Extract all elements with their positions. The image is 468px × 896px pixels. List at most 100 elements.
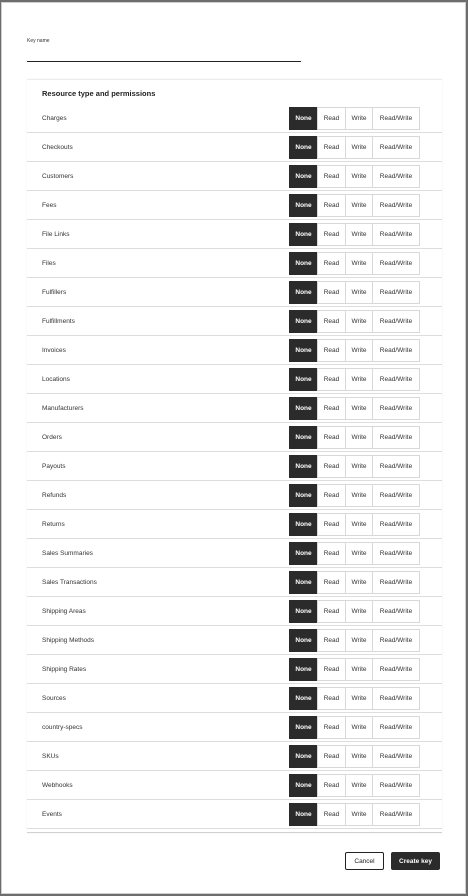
permission-option-read-write[interactable]: Read/Write bbox=[372, 455, 420, 478]
permission-option-read[interactable]: Read bbox=[317, 107, 346, 130]
key-name-input[interactable] bbox=[27, 47, 301, 62]
permission-option-write[interactable]: Write bbox=[345, 687, 373, 710]
permission-option-read-write[interactable]: Read/Write bbox=[372, 484, 420, 507]
permission-option-write[interactable]: Write bbox=[345, 281, 373, 304]
permission-option-read[interactable]: Read bbox=[317, 571, 346, 594]
permission-option-read-write[interactable]: Read/Write bbox=[372, 542, 420, 565]
permission-option-read-write[interactable]: Read/Write bbox=[372, 658, 420, 681]
permission-option-write[interactable]: Write bbox=[345, 600, 373, 623]
create-key-button[interactable]: Create key bbox=[391, 852, 440, 870]
permission-option-write[interactable]: Write bbox=[345, 252, 373, 275]
permission-option-read-write[interactable]: Read/Write bbox=[372, 629, 420, 652]
permission-option-read-write[interactable]: Read/Write bbox=[372, 716, 420, 739]
permission-option-write[interactable]: Write bbox=[345, 513, 373, 536]
permission-option-read[interactable]: Read bbox=[317, 716, 346, 739]
permission-option-write[interactable]: Write bbox=[345, 165, 373, 188]
permission-option-none[interactable]: None bbox=[289, 455, 318, 478]
permission-option-read-write[interactable]: Read/Write bbox=[372, 397, 420, 420]
permission-option-read-write[interactable]: Read/Write bbox=[372, 281, 420, 304]
permission-option-read[interactable]: Read bbox=[317, 513, 346, 536]
permission-option-read-write[interactable]: Read/Write bbox=[372, 368, 420, 391]
permission-option-read[interactable]: Read bbox=[317, 136, 346, 159]
permission-option-read[interactable]: Read bbox=[317, 223, 346, 246]
permission-option-read[interactable]: Read bbox=[317, 774, 346, 797]
permission-option-read[interactable]: Read bbox=[317, 194, 346, 217]
permission-option-read[interactable]: Read bbox=[317, 629, 346, 652]
permission-option-none[interactable]: None bbox=[289, 687, 318, 710]
permission-option-write[interactable]: Write bbox=[345, 455, 373, 478]
permission-option-read-write[interactable]: Read/Write bbox=[372, 107, 420, 130]
permission-option-read-write[interactable]: Read/Write bbox=[372, 223, 420, 246]
permission-option-none[interactable]: None bbox=[289, 629, 318, 652]
permission-option-write[interactable]: Write bbox=[345, 136, 373, 159]
permission-option-write[interactable]: Write bbox=[345, 397, 373, 420]
permission-option-read[interactable]: Read bbox=[317, 310, 346, 333]
permission-option-none[interactable]: None bbox=[289, 658, 318, 681]
permission-option-read-write[interactable]: Read/Write bbox=[372, 803, 420, 826]
permission-option-write[interactable]: Write bbox=[345, 716, 373, 739]
permission-option-read[interactable]: Read bbox=[317, 252, 346, 275]
permission-option-none[interactable]: None bbox=[289, 107, 318, 130]
permission-option-read[interactable]: Read bbox=[317, 658, 346, 681]
permission-option-read-write[interactable]: Read/Write bbox=[372, 745, 420, 768]
permission-option-write[interactable]: Write bbox=[345, 368, 373, 391]
permission-option-none[interactable]: None bbox=[289, 223, 318, 246]
permission-option-write[interactable]: Write bbox=[345, 223, 373, 246]
permission-option-write[interactable]: Write bbox=[345, 571, 373, 594]
permission-option-read[interactable]: Read bbox=[317, 542, 346, 565]
permission-option-read-write[interactable]: Read/Write bbox=[372, 687, 420, 710]
permission-option-read[interactable]: Read bbox=[317, 745, 346, 768]
permission-option-none[interactable]: None bbox=[289, 571, 318, 594]
permission-option-read[interactable]: Read bbox=[317, 281, 346, 304]
permission-option-write[interactable]: Write bbox=[345, 107, 373, 130]
permission-option-none[interactable]: None bbox=[289, 339, 318, 362]
permission-option-write[interactable]: Write bbox=[345, 629, 373, 652]
permission-option-write[interactable]: Write bbox=[345, 426, 373, 449]
permission-option-read-write[interactable]: Read/Write bbox=[372, 194, 420, 217]
permission-option-read[interactable]: Read bbox=[317, 397, 346, 420]
permission-option-read-write[interactable]: Read/Write bbox=[372, 136, 420, 159]
permission-option-read-write[interactable]: Read/Write bbox=[372, 600, 420, 623]
permission-option-none[interactable]: None bbox=[289, 513, 318, 536]
permission-option-read-write[interactable]: Read/Write bbox=[372, 165, 420, 188]
permission-option-write[interactable]: Write bbox=[345, 774, 373, 797]
permission-option-write[interactable]: Write bbox=[345, 658, 373, 681]
permission-option-none[interactable]: None bbox=[289, 281, 318, 304]
permission-option-none[interactable]: None bbox=[289, 745, 318, 768]
permission-option-read[interactable]: Read bbox=[317, 687, 346, 710]
permission-option-write[interactable]: Write bbox=[345, 803, 373, 826]
permission-option-read[interactable]: Read bbox=[317, 484, 346, 507]
permission-option-read[interactable]: Read bbox=[317, 368, 346, 391]
permission-option-read[interactable]: Read bbox=[317, 600, 346, 623]
permission-option-none[interactable]: None bbox=[289, 397, 318, 420]
permission-option-none[interactable]: None bbox=[289, 716, 318, 739]
permission-option-none[interactable]: None bbox=[289, 310, 318, 333]
permission-option-read-write[interactable]: Read/Write bbox=[372, 252, 420, 275]
permission-option-read[interactable]: Read bbox=[317, 803, 346, 826]
permission-option-read-write[interactable]: Read/Write bbox=[372, 774, 420, 797]
permission-option-none[interactable]: None bbox=[289, 368, 318, 391]
permission-option-none[interactable]: None bbox=[289, 426, 318, 449]
cancel-button[interactable]: Cancel bbox=[345, 852, 384, 870]
permission-option-read[interactable]: Read bbox=[317, 455, 346, 478]
permission-option-none[interactable]: None bbox=[289, 194, 318, 217]
permission-option-write[interactable]: Write bbox=[345, 484, 373, 507]
permission-option-write[interactable]: Write bbox=[345, 339, 373, 362]
permission-option-read[interactable]: Read bbox=[317, 165, 346, 188]
permission-option-none[interactable]: None bbox=[289, 484, 318, 507]
permission-option-read-write[interactable]: Read/Write bbox=[372, 571, 420, 594]
permission-option-none[interactable]: None bbox=[289, 774, 318, 797]
permission-option-write[interactable]: Write bbox=[345, 542, 373, 565]
permission-option-none[interactable]: None bbox=[289, 136, 318, 159]
permission-option-none[interactable]: None bbox=[289, 542, 318, 565]
permission-option-none[interactable]: None bbox=[289, 600, 318, 623]
permission-option-read[interactable]: Read bbox=[317, 339, 346, 362]
permission-option-read-write[interactable]: Read/Write bbox=[372, 513, 420, 536]
permission-option-none[interactable]: None bbox=[289, 252, 318, 275]
permission-option-write[interactable]: Write bbox=[345, 310, 373, 333]
permission-option-read-write[interactable]: Read/Write bbox=[372, 426, 420, 449]
permission-option-read-write[interactable]: Read/Write bbox=[372, 310, 420, 333]
permission-option-none[interactable]: None bbox=[289, 803, 318, 826]
permission-option-none[interactable]: None bbox=[289, 165, 318, 188]
permission-option-write[interactable]: Write bbox=[345, 745, 373, 768]
